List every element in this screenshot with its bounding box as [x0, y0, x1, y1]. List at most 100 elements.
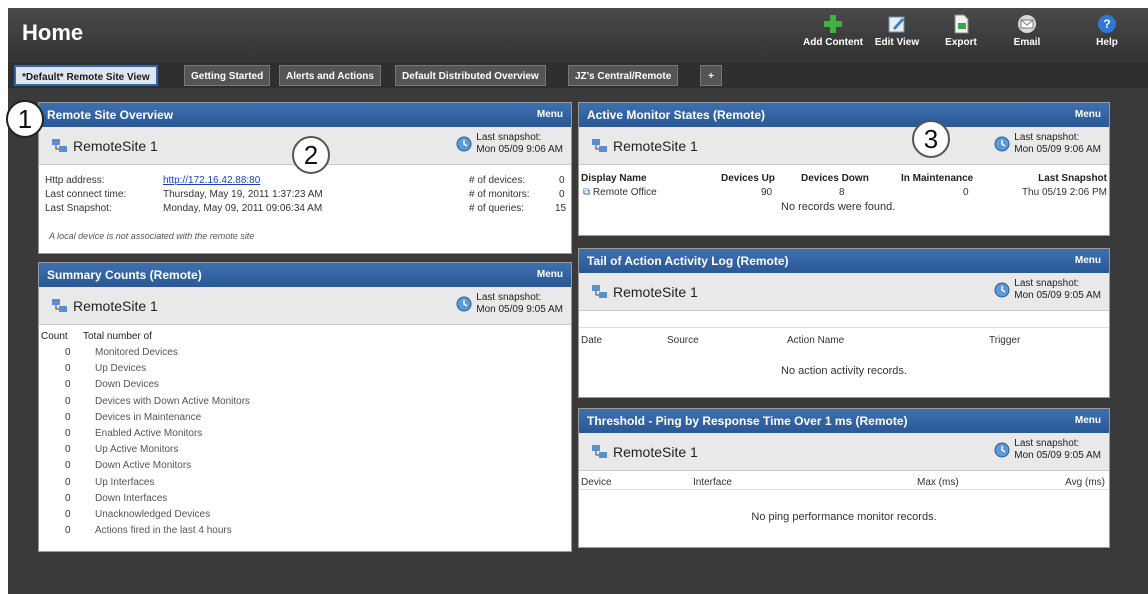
summary-label: Enabled Active Monitors [95, 428, 203, 439]
app-window: Home Add Content Edit View Export Email … [6, 8, 1148, 594]
summary-label: Devices with Down Active Monitors [95, 395, 251, 407]
panel-title: Threshold - Ping by Response Time Over 1… [587, 414, 908, 428]
row-devices-up: 90 [761, 187, 773, 198]
summary-label: Down Interfaces [95, 492, 168, 504]
svg-text:?: ? [1103, 17, 1110, 31]
panel-title: Summary Counts (Remote) [47, 268, 202, 282]
summary-count: 0 [65, 428, 71, 439]
col-devices-down: Devices Down [801, 173, 869, 184]
summary-count: 0 [65, 492, 71, 504]
summary-counts-panel: Summary Counts (Remote) Menu RemoteSite … [38, 262, 572, 552]
last-snapshot-label: Last snapshot: [1014, 132, 1080, 143]
summary-count: 0 [65, 379, 71, 391]
tab-default-remote-site-view[interactable]: *Default* Remote Site View [14, 65, 158, 86]
last-snapshot: Last snapshot: Mon 05/09 9:05 AM [994, 438, 1101, 462]
site-row: RemoteSite 1 Last snapshot: Mon 05/09 9:… [579, 127, 1109, 165]
row-devices-down: 8 [839, 187, 845, 198]
remote-site-icon [592, 285, 607, 298]
panel-menu-button[interactable]: Menu [1075, 409, 1101, 433]
col-max-ms: Max (ms) [917, 477, 959, 488]
panel-header: Active Monitor States (Remote) Menu [579, 103, 1109, 127]
panel-menu-button[interactable]: Menu [537, 263, 563, 287]
email-button[interactable]: Email [992, 14, 1062, 48]
local-device-note: A local device is not associated with th… [49, 231, 255, 241]
tab-getting-started[interactable]: Getting Started [184, 65, 271, 86]
col-devices-up: Devices Up [721, 173, 775, 184]
tab-default-distributed-overview[interactable]: Default Distributed Overview [395, 65, 546, 86]
help-button[interactable]: ? Help [1072, 14, 1142, 48]
summary-count: 0 [65, 395, 71, 407]
site-row: RemoteSite 1 Last snapshot: Mon 05/09 9:… [579, 273, 1109, 311]
tab-bar: *Default* Remote Site View Getting Start… [8, 62, 1148, 88]
callout-3: 3 [912, 120, 950, 158]
col-last-snapshot: Last Snapshot [1038, 173, 1107, 184]
summary-count: 0 [65, 347, 71, 358]
help-icon: ? [1098, 15, 1116, 33]
last-snapshot-field-value: Monday, May 09, 2011 09:06:34 AM [163, 203, 323, 214]
last-snapshot-label: Last snapshot: [1014, 438, 1080, 449]
summary-count: 0 [65, 525, 71, 537]
remote-site-icon [592, 445, 607, 458]
http-address-link[interactable]: http://172.16.42.88:80 [163, 175, 260, 186]
email-icon [1018, 15, 1036, 33]
empty-message: No action activity records. [781, 365, 907, 377]
monitors-count-label: # of monitors: [469, 189, 530, 200]
row-last-snapshot: Thu 05/19 2:06 PM [1021, 187, 1107, 198]
summary-count: 0 [65, 411, 71, 423]
devices-count-label: # of devices: [469, 175, 526, 186]
site-name: RemoteSite 1 [73, 138, 158, 154]
summary-count: 0 [65, 509, 71, 520]
row-display-name: Remote Office [592, 187, 657, 198]
http-label: Http address: [45, 175, 105, 186]
page-title: Home [22, 20, 84, 45]
summary-label: Up Interfaces [95, 476, 155, 488]
last-snapshot-time: Mon 05/09 9:06 AM [476, 144, 563, 155]
summary-label: Unacknowledged Devices [95, 509, 211, 520]
action-activity-log-panel: Tail of Action Activity Log (Remote) Men… [578, 248, 1110, 398]
summary-count: 0 [65, 476, 71, 488]
summary-label: Up Active Monitors [95, 444, 179, 456]
last-snapshot-time: Mon 05/09 9:05 AM [1014, 450, 1101, 461]
last-snapshot: Last snapshot: Mon 05/09 9:05 AM [994, 278, 1101, 302]
tab-jz-central-remote[interactable]: JZ's Central/Remote [568, 65, 679, 86]
summary-label: Up Devices [95, 363, 147, 375]
panel-menu-button[interactable]: Menu [1075, 249, 1101, 273]
add-content-button[interactable]: Add Content [798, 14, 868, 48]
col-date: Date [581, 335, 603, 346]
clock-icon [994, 136, 1010, 152]
remote-site-icon [52, 139, 67, 152]
clock-icon [994, 442, 1010, 458]
panel-menu-button[interactable]: Menu [537, 103, 563, 127]
panel-menu-button[interactable]: Menu [1075, 103, 1101, 127]
summary-label: Down Devices [95, 379, 159, 391]
panel-title: Tail of Action Activity Log (Remote) [587, 254, 789, 268]
export-button[interactable]: Export [926, 14, 996, 48]
summary-label: Monitored Devices [95, 347, 178, 358]
last-snapshot-time: Mon 05/09 9:06 AM [1014, 144, 1101, 155]
top-bar: Home Add Content Edit View Export Email … [8, 8, 1148, 60]
last-connect-label: Last connect time: [45, 189, 127, 200]
col-total-header: Total number of [83, 331, 152, 342]
panel-title: Remote Site Overview [47, 108, 174, 122]
summary-count: 0 [65, 460, 71, 472]
add-tab-button[interactable]: + [700, 65, 722, 86]
edit-view-button[interactable]: Edit View [862, 14, 932, 48]
last-snapshot-label: Last snapshot: [1014, 278, 1080, 289]
empty-message: No records were found. [781, 201, 896, 213]
monitors-count-value: 0 [559, 189, 565, 200]
col-device: Device [581, 477, 612, 488]
empty-message: No ping performance monitor records. [751, 511, 937, 523]
table-row[interactable]: ⧉ Remote Office [583, 187, 657, 198]
last-snapshot-field-label: Last Snapshot: [45, 203, 112, 214]
edit-view-label: Edit View [874, 37, 920, 48]
col-source: Source [667, 335, 699, 346]
summary-count: 0 [65, 363, 71, 375]
site-name: RemoteSite 1 [73, 298, 158, 314]
last-connect-value: Thursday, May 19, 2011 1:37:23 AM [163, 189, 323, 200]
remote-site-overview-panel: Remote Site Overview Menu RemoteSite 1 L… [38, 102, 572, 254]
last-snapshot-time: Mon 05/09 9:05 AM [1014, 290, 1101, 301]
tab-alerts-and-actions[interactable]: Alerts and Actions [279, 65, 381, 86]
clock-icon [456, 296, 472, 312]
site-name: RemoteSite 1 [613, 284, 698, 300]
export-icon [954, 14, 969, 34]
